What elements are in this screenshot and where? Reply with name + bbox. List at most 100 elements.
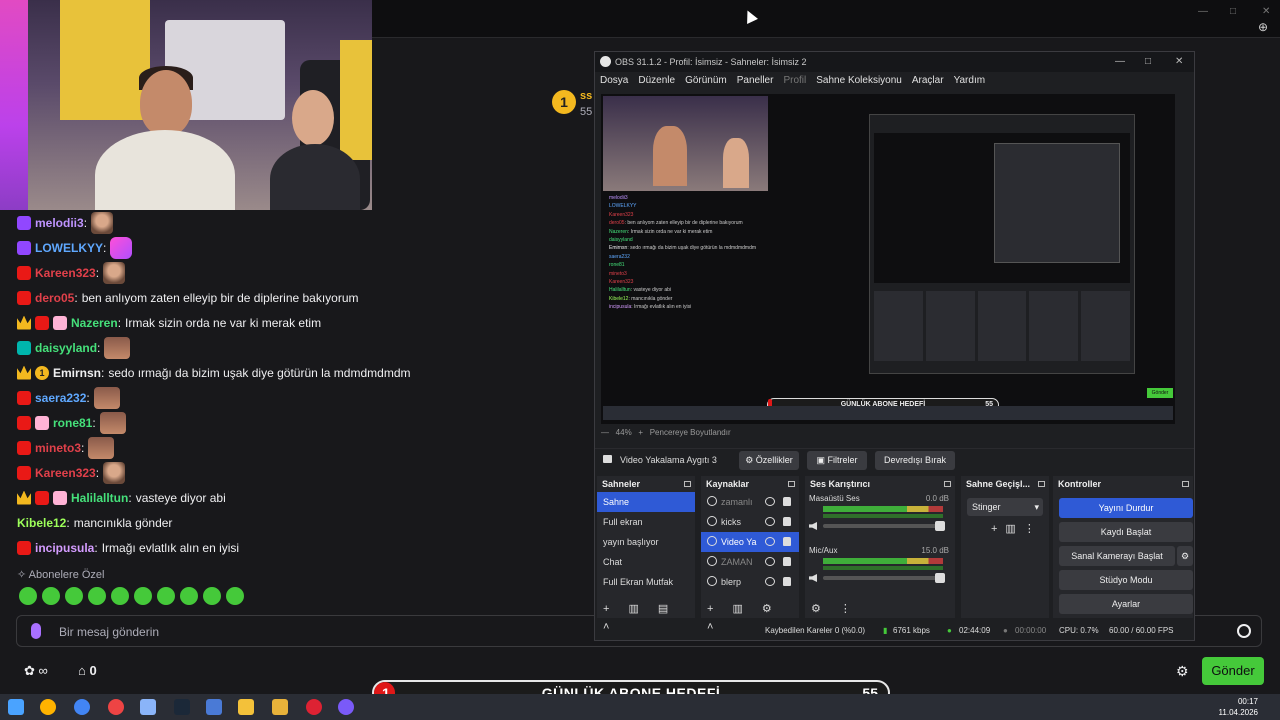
menu-item[interactable]: Araçlar bbox=[912, 72, 944, 89]
menu-item[interactable]: Dosya bbox=[600, 72, 628, 89]
popout-icon[interactable] bbox=[684, 481, 691, 487]
filters-button[interactable]: ▣ Filtreler bbox=[807, 451, 867, 470]
app-icon[interactable] bbox=[272, 699, 288, 715]
scene-item[interactable]: yayın başlıyor bbox=[597, 532, 695, 552]
speaker-icon[interactable] bbox=[809, 574, 817, 582]
popout-icon[interactable] bbox=[944, 481, 951, 487]
control-button[interactable]: Yayını Durdur bbox=[1059, 498, 1193, 518]
menu-item[interactable]: Sahne Koleksiyonu bbox=[816, 72, 902, 89]
minimize-icon[interactable]: — bbox=[1198, 6, 1208, 17]
emote-icon[interactable] bbox=[65, 587, 83, 605]
control-button[interactable]: Ayarlar bbox=[1059, 594, 1193, 614]
scene-item[interactable]: Chat bbox=[597, 552, 695, 572]
crown-badge-icon[interactable] bbox=[17, 315, 31, 330]
mixer-footer[interactable]: ⚙ ⋮ bbox=[805, 600, 955, 618]
volume-slider[interactable] bbox=[823, 573, 945, 583]
emoji-icon[interactable] bbox=[1237, 624, 1251, 638]
chat-username[interactable]: Kibele12 bbox=[17, 516, 66, 530]
emote-icon[interactable] bbox=[111, 587, 129, 605]
eye-icon[interactable] bbox=[765, 537, 775, 546]
close-icon[interactable]: ✕ bbox=[1262, 6, 1270, 17]
chat-username[interactable]: Nazeren bbox=[71, 316, 118, 330]
eye-icon[interactable] bbox=[765, 557, 775, 566]
scene-item[interactable]: Full Ekran Mutfak bbox=[597, 572, 695, 592]
menu-item[interactable]: Profil bbox=[783, 72, 806, 89]
source-item[interactable]: Video Ya bbox=[701, 532, 799, 552]
eye-icon[interactable] bbox=[765, 517, 775, 526]
chat-username[interactable]: daisyyland bbox=[35, 341, 97, 355]
maximize-icon[interactable]: □ bbox=[1145, 52, 1151, 72]
gift-badge-icon[interactable] bbox=[35, 415, 49, 430]
mic-icon[interactable] bbox=[31, 623, 41, 639]
sources-footer[interactable]: + ▥ ⚙ ˄ bbox=[701, 600, 799, 633]
folder-icon[interactable] bbox=[238, 699, 254, 715]
emote-icon[interactable] bbox=[88, 436, 115, 459]
emote-icon[interactable] bbox=[104, 336, 131, 359]
chat-username[interactable]: dero05 bbox=[35, 291, 74, 305]
maximize-icon[interactable]: □ bbox=[1230, 6, 1236, 17]
emote-icon[interactable] bbox=[103, 261, 126, 284]
mod-badge-icon[interactable] bbox=[35, 490, 49, 505]
lock-icon[interactable] bbox=[783, 517, 791, 526]
chat-username[interactable]: Kareen323 bbox=[35, 266, 96, 280]
transition-select[interactable]: Stinger ▾ bbox=[967, 498, 1043, 516]
source-item[interactable]: zamanlı bbox=[701, 492, 799, 512]
transition-actions[interactable]: +▥⋮ bbox=[991, 522, 1043, 535]
gift-badge-icon[interactable] bbox=[53, 490, 67, 505]
emote-icon[interactable] bbox=[203, 587, 221, 605]
source-item[interactable]: ZAMAN bbox=[701, 552, 799, 572]
chrome-icon[interactable] bbox=[74, 699, 90, 715]
control-button[interactable]: Stüdyo Modu bbox=[1059, 570, 1193, 590]
lock-icon[interactable] bbox=[783, 557, 791, 566]
mod-badge-icon[interactable] bbox=[17, 415, 31, 430]
app-icon[interactable] bbox=[306, 699, 322, 715]
emote-icon[interactable] bbox=[226, 587, 244, 605]
menu-item[interactable]: Görünüm bbox=[685, 72, 727, 89]
emote-icon[interactable] bbox=[91, 211, 114, 234]
send-button[interactable]: Gönder bbox=[1202, 657, 1264, 685]
lock-icon[interactable] bbox=[783, 537, 791, 546]
menu-item[interactable]: Düzenle bbox=[638, 72, 675, 89]
chat-username[interactable]: incipusula bbox=[35, 541, 94, 555]
gear-icon[interactable]: ⚙ bbox=[1176, 663, 1189, 680]
emote-icon[interactable] bbox=[88, 587, 106, 605]
popout-icon[interactable] bbox=[1182, 481, 1189, 487]
control-button[interactable]: Kaydı Başlat bbox=[1059, 522, 1193, 542]
crown-badge-icon[interactable] bbox=[17, 490, 31, 505]
source-item[interactable]: blerp bbox=[701, 572, 799, 592]
emote-icon[interactable] bbox=[180, 587, 198, 605]
deactivate-button[interactable]: Devredışı Bırak bbox=[875, 451, 955, 470]
app-icon[interactable] bbox=[40, 699, 56, 715]
chat-username[interactable]: Kareen323 bbox=[35, 466, 96, 480]
emote-icon[interactable] bbox=[134, 587, 152, 605]
zoom-bar[interactable]: — 44% + Pencereye Boyutlandır bbox=[601, 428, 731, 437]
emote-icon[interactable] bbox=[93, 386, 120, 409]
eye-icon[interactable] bbox=[765, 577, 775, 586]
gear-icon[interactable]: ⚙ bbox=[1177, 546, 1193, 566]
close-icon[interactable]: ✕ bbox=[1175, 52, 1183, 72]
menu-item[interactable]: Paneller bbox=[737, 72, 774, 89]
mod-badge-icon[interactable] bbox=[17, 390, 31, 405]
scene-item[interactable]: Full ekran bbox=[597, 512, 695, 532]
scenes-footer[interactable]: + ▥ ▤ ˄ bbox=[597, 600, 695, 633]
crown-badge-icon[interactable] bbox=[17, 365, 31, 380]
zoom-icon[interactable]: ⊕ bbox=[1258, 20, 1272, 34]
twitch-badge-icon[interactable] bbox=[17, 215, 31, 230]
sub1-badge-icon[interactable]: 1 bbox=[35, 365, 49, 380]
mod-badge-icon[interactable] bbox=[17, 465, 31, 480]
chat-username[interactable]: mineto3 bbox=[35, 441, 81, 455]
lock-icon[interactable] bbox=[783, 497, 791, 506]
chat-username[interactable]: Emirnsn bbox=[53, 366, 101, 380]
source-item[interactable]: kicks bbox=[701, 512, 799, 532]
volume-slider[interactable] bbox=[823, 521, 945, 531]
chat-username[interactable]: melodii3 bbox=[35, 216, 84, 230]
popout-icon[interactable] bbox=[1038, 481, 1045, 487]
mod-badge-icon[interactable] bbox=[17, 440, 31, 455]
minimize-icon[interactable]: — bbox=[1115, 52, 1125, 72]
channel-points[interactable]: ✿ ∞ bbox=[24, 663, 48, 679]
mod-badge-icon[interactable] bbox=[17, 290, 31, 305]
chat-username[interactable]: Halilalltun bbox=[71, 491, 128, 505]
gift-count[interactable]: ⌂ 0 bbox=[78, 663, 97, 678]
mod-badge-icon[interactable] bbox=[35, 315, 49, 330]
emote-icon[interactable] bbox=[42, 587, 60, 605]
